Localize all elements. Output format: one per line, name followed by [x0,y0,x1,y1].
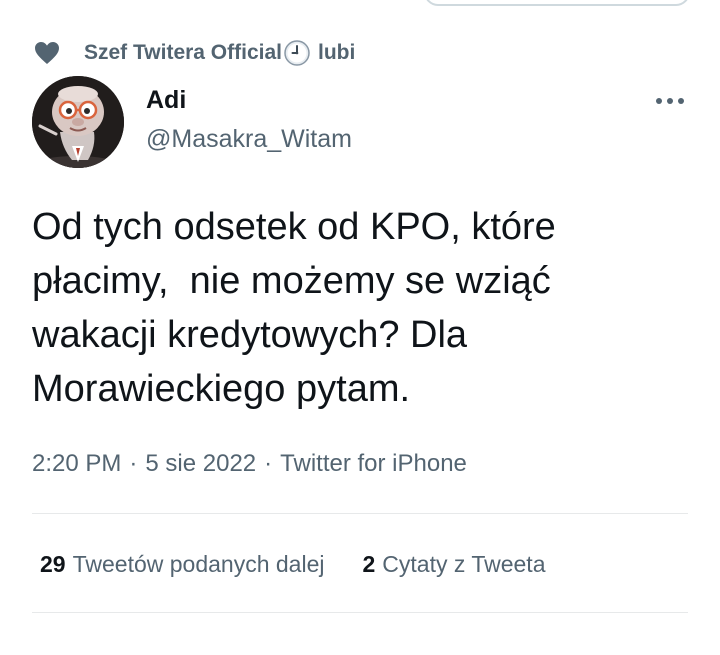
display-name[interactable]: Adi [146,86,186,115]
social-context-user[interactable]: Szef Twitera Official [84,41,282,65]
tweet-text: Od tych odsetek od KPO, które płacimy, n… [32,206,556,410]
tweet-stats: 29 Tweetów podanych dalej 2 Cytaty z Twe… [40,548,545,580]
avatar[interactable] [32,76,124,168]
quotes-label: Cytaty z Tweeta [382,550,546,577]
tweet-time[interactable]: 2:20 PM [32,450,121,478]
social-context: Szef Twitera Official lubi [34,38,355,68]
clock-icon [284,40,310,66]
more-dots-icon [656,98,662,104]
meta-separator: · [264,450,273,477]
tweet-date[interactable]: 5 sie 2022 [145,450,256,478]
divider [32,513,688,514]
quotes-count: 2 [362,550,376,577]
retweets-label: Tweetów podanych dalej [72,550,325,577]
retweets-count: 29 [40,550,66,577]
user-handle[interactable]: @Masakra_Witam [146,125,352,154]
retweets-stat[interactable]: 29 Tweetów podanych dalej [40,551,324,578]
social-context-action: lubi [318,41,356,64]
more-options-button[interactable] [650,88,690,114]
quotes-stat[interactable]: 2 Cytaty z Tweeta [362,551,545,578]
divider [32,612,688,613]
tweet-source[interactable]: Twitter for iPhone [280,450,467,478]
top-pill-button[interactable] [424,0,690,6]
tweet-meta: 2:20 PM · 5 sie 2022 · Twitter for iPhon… [32,448,467,480]
heart-icon [34,41,60,65]
meta-separator: · [129,450,138,477]
